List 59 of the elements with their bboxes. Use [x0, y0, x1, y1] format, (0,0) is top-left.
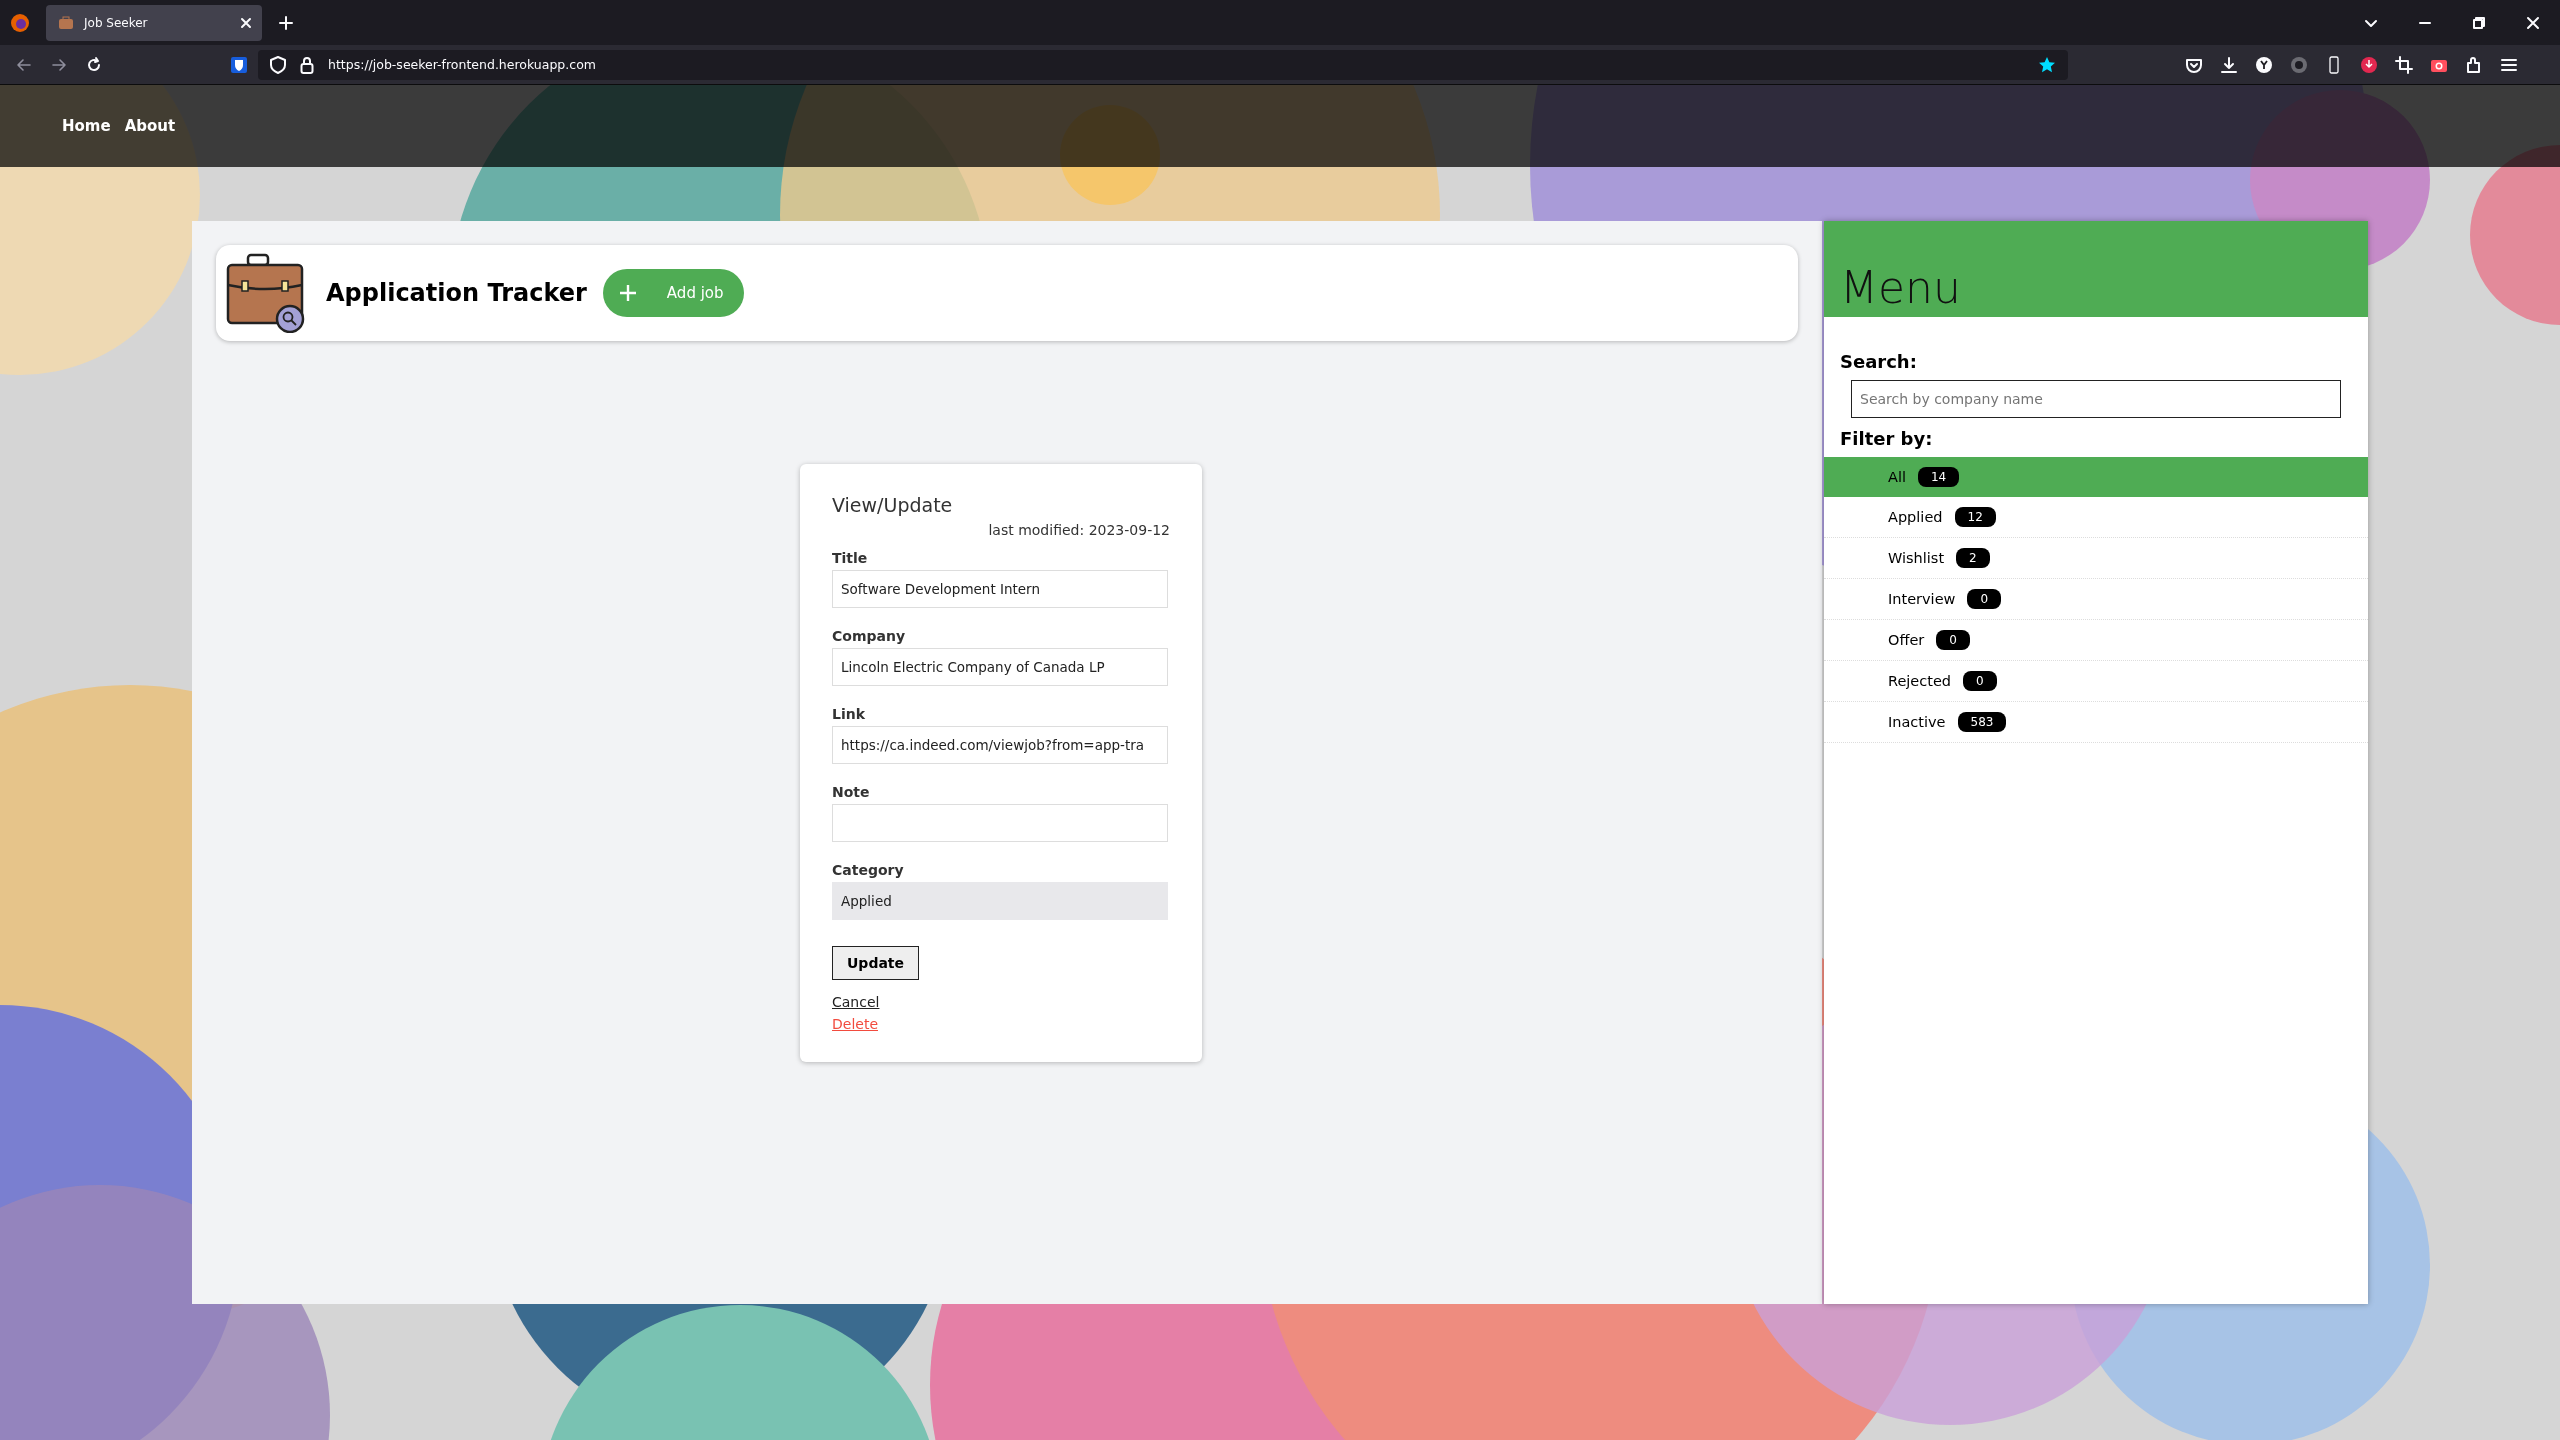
last-modified: last modified: 2023-09-12 [988, 522, 1170, 538]
menu-title: Menu [1840, 262, 1961, 313]
browser-logo-icon[interactable] [10, 12, 30, 33]
update-button[interactable]: Update [832, 946, 920, 980]
record-icon[interactable] [2360, 55, 2378, 74]
nav-link[interactable]: Home [62, 117, 111, 135]
text-field[interactable] [832, 804, 1168, 842]
lock-icon [300, 55, 314, 74]
count-badge: 12 [1954, 507, 1996, 527]
filter-item[interactable]: Wishlist 2 [1824, 538, 2368, 579]
nav-link[interactable]: About [124, 117, 176, 135]
field-label: Title [832, 550, 868, 566]
count-badge: 2 [1956, 548, 1990, 568]
browser-tab[interactable]: Job Seeker [46, 4, 262, 41]
text-field[interactable]: Software Development Intern [832, 570, 1168, 608]
count-badge: 14 [1918, 467, 1960, 487]
filter-item[interactable]: Interview 0 [1824, 579, 2368, 620]
field-label: Company [832, 628, 906, 644]
filter-item[interactable]: Rejected 0 [1824, 661, 2368, 702]
text-field[interactable]: https://ca.indeed.com/viewjob?from=app-tra [832, 726, 1168, 764]
form-heading: View/Update [832, 494, 953, 516]
filter-item[interactable]: Inactive 583 [1824, 702, 2368, 743]
select-field[interactable]: Applied [832, 882, 1168, 920]
count-badge: 0 [1967, 589, 2002, 609]
field-label: Note [832, 784, 870, 800]
tab-title: Job Seeker [84, 15, 149, 30]
address-bar[interactable]: https://job-seeker-frontend.herokuapp.com [258, 49, 2068, 80]
letter-circle-icon[interactable] [2255, 55, 2273, 74]
filter-item[interactable]: Offer 0 [1824, 620, 2368, 661]
text-field[interactable]: Lincoln Electric Company of Canada LP [832, 648, 1168, 686]
extensions-icon[interactable] [2465, 55, 2483, 74]
count-badge: 0 [1936, 630, 1970, 650]
cancel-link[interactable]: Cancel [832, 994, 880, 1010]
count-badge: 0 [1963, 671, 1997, 691]
filter-label: Filter by: [1840, 428, 1934, 449]
url-text: https://job-seeker-frontend.herokuapp.com [328, 57, 596, 72]
plus-icon [618, 284, 637, 302]
count-badge: 583 [1957, 712, 2007, 732]
search-label: Search: [1840, 351, 1918, 372]
reload-icon[interactable] [85, 55, 103, 74]
close-icon[interactable] [240, 16, 252, 29]
field-label: Category [832, 862, 904, 878]
app-title: Application Tracker [326, 279, 587, 307]
new-tab-icon[interactable] [278, 14, 294, 31]
restore-icon[interactable] [2471, 14, 2487, 31]
close-icon[interactable] [2525, 14, 2541, 31]
ring-icon[interactable] [2290, 55, 2308, 74]
delete-link[interactable]: Delete [832, 1016, 878, 1032]
filter-item[interactable]: All 14 [1824, 457, 2368, 497]
filter-item[interactable]: Applied 12 [1824, 497, 2368, 538]
shield-icon[interactable] [230, 55, 248, 74]
briefcase-icon [58, 15, 74, 30]
star-icon[interactable] [2038, 55, 2056, 74]
search-field[interactable]: Search by company name [1851, 380, 2341, 418]
briefcase-icon [226, 253, 306, 333]
crop-icon[interactable] [2395, 55, 2413, 74]
download-icon[interactable] [2220, 55, 2238, 74]
shield-icon [270, 55, 286, 74]
field-label: Link [832, 706, 865, 722]
